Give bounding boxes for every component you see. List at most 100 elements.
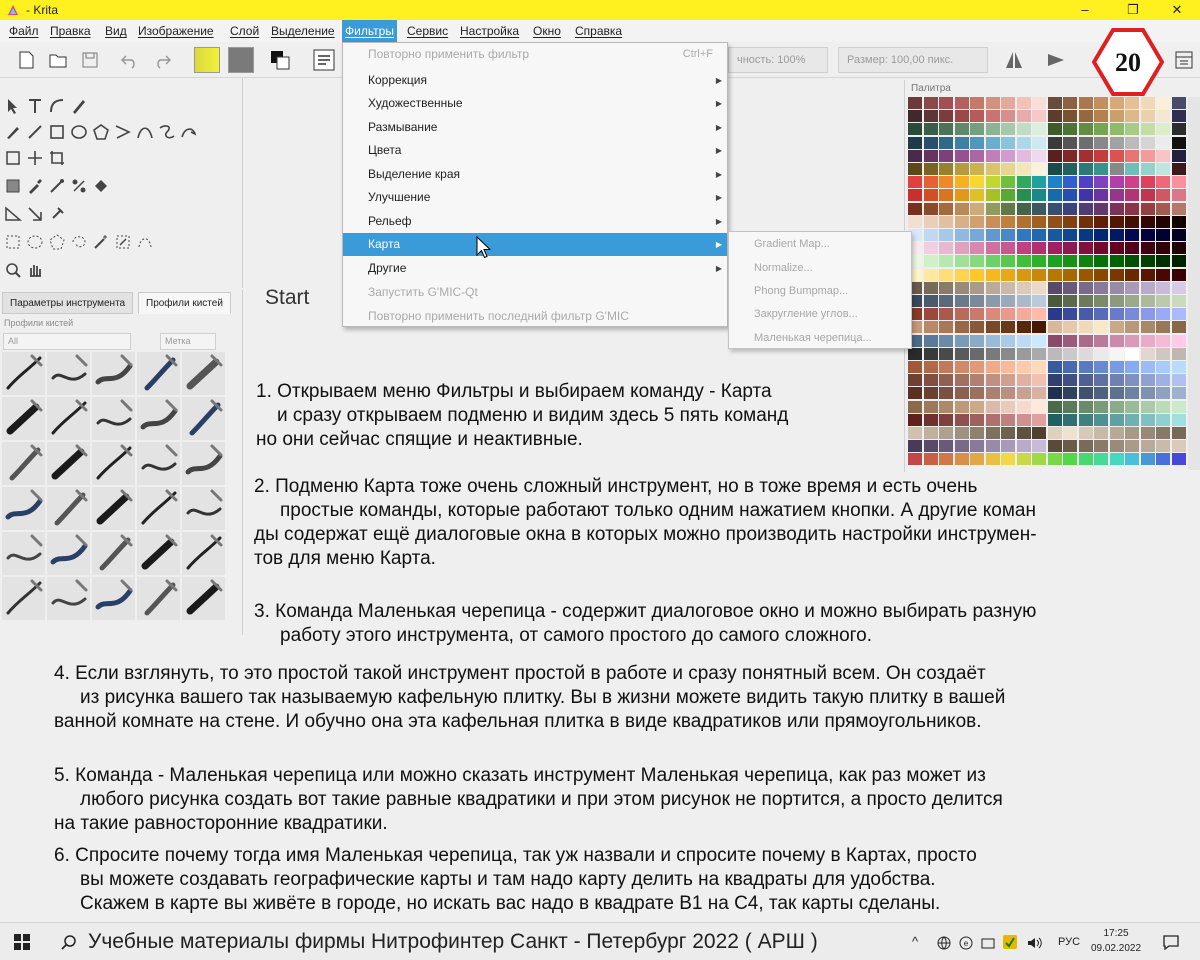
palette-swatch[interactable] [1156,215,1170,228]
palette-swatch[interactable] [923,440,938,453]
palette-swatch[interactable] [985,136,1000,149]
rect-select-icon[interactable] [3,232,23,252]
brush-preset-thumbnail[interactable] [92,352,135,395]
palette-swatch[interactable] [985,281,1000,294]
palette-swatch[interactable] [1032,97,1046,109]
palette-swatch[interactable] [1140,413,1155,426]
zoom-tool-icon[interactable] [3,260,23,280]
palette-swatch[interactable] [1047,97,1062,109]
palette-swatch[interactable] [954,110,969,123]
palette-swatch[interactable] [939,347,953,360]
palette-swatch[interactable] [1001,255,1015,268]
palette-swatch[interactable] [954,202,969,215]
magic-wand-icon[interactable] [91,232,111,252]
palette-swatch[interactable] [1125,202,1139,215]
line-tool-icon[interactable] [25,122,45,142]
palette-swatch[interactable] [970,427,984,439]
palette-swatch[interactable] [908,202,922,215]
brush-preset-thumbnail[interactable] [92,487,135,530]
palette-swatch[interactable] [1125,123,1139,136]
palette-swatch[interactable] [985,400,1000,413]
palette-swatch[interactable] [1156,361,1170,373]
palette-swatch[interactable] [1032,110,1046,123]
brush-preset-thumbnail[interactable] [47,577,90,620]
volume-icon[interactable] [1026,935,1044,951]
palette-swatch[interactable] [985,110,1000,123]
palette-swatch[interactable] [923,427,938,439]
brush-preset-thumbnail[interactable] [182,487,225,530]
palette-swatch[interactable] [1140,281,1155,294]
brush-preset-thumbnail[interactable] [2,487,45,530]
palette-swatch[interactable] [908,361,922,373]
palette-swatch[interactable] [954,295,969,307]
palette-swatch[interactable] [1125,255,1139,268]
taskbar-search-text[interactable]: Учебные материалы фирмы Нитрофинтер Санк… [88,923,818,960]
palette-swatch[interactable] [954,136,969,149]
palette-swatch[interactable] [1047,176,1062,189]
menu-edit[interactable]: Правка [47,20,94,42]
palette-swatch[interactable] [939,453,953,466]
menu-tools[interactable]: Сервис [404,20,451,42]
palette-swatch[interactable] [939,361,953,373]
palette-swatch[interactable] [1140,268,1155,281]
palette-swatch[interactable] [923,387,938,400]
palette-swatch[interactable] [970,149,984,162]
palette-swatch[interactable] [985,427,1000,439]
ellipse-tool-icon[interactable] [69,122,89,142]
palette-swatch[interactable] [1047,202,1062,215]
brush-preset-thumbnail[interactable] [137,532,180,575]
palette-swatch[interactable] [939,97,953,109]
palette-swatch[interactable] [1032,374,1046,387]
palette-swatch[interactable] [1156,229,1170,241]
brush-preset-thumbnail[interactable] [182,352,225,395]
palette-swatch[interactable] [1078,149,1093,162]
palette-swatch[interactable] [1140,427,1155,439]
menu-item-colors[interactable]: Цвета ▶ [343,139,727,162]
palette-swatch[interactable] [970,440,984,453]
palette-swatch[interactable] [1156,374,1170,387]
palette-swatch[interactable] [908,215,922,228]
brush-preset-thumbnail[interactable] [47,397,90,440]
palette-swatch[interactable] [1109,97,1124,109]
palette-swatch[interactable] [1063,453,1077,466]
palette-swatch[interactable] [1047,255,1062,268]
palette-swatch[interactable] [1109,427,1124,439]
menu-item-artistic[interactable]: Художественные ▶ [343,92,727,115]
palette-swatch[interactable] [923,308,938,321]
palette-swatch[interactable] [1171,321,1186,334]
palette-swatch[interactable] [1125,110,1139,123]
palette-swatch[interactable] [1063,321,1077,334]
palette-swatch[interactable] [1016,149,1031,162]
palette-swatch[interactable] [1140,242,1155,255]
palette-swatch[interactable] [1094,97,1108,109]
palette-swatch[interactable] [939,110,953,123]
submenu-item-phong-bumpmap[interactable]: Phong Bumpmap... [729,280,911,303]
palette-swatch[interactable] [1094,308,1108,321]
palette-swatch[interactable] [1171,163,1186,175]
palette-swatch[interactable] [1016,308,1031,321]
palette-swatch[interactable] [1156,413,1170,426]
palette-swatch[interactable] [939,334,953,347]
palette-swatch[interactable] [1094,163,1108,175]
pattern-swatch[interactable] [228,47,254,73]
palette-swatch[interactable] [1171,387,1186,400]
palette-swatch[interactable] [1094,123,1108,136]
palette-swatch[interactable] [1016,453,1031,466]
palette-swatch[interactable] [1001,163,1015,175]
palette-swatch[interactable] [1032,229,1046,241]
palette-swatch[interactable] [985,361,1000,373]
palette-swatch[interactable] [1094,321,1108,334]
palette-swatch[interactable] [1078,427,1093,439]
palette-swatch[interactable] [1001,387,1015,400]
menu-window[interactable]: Окно [530,20,564,42]
palette-swatch[interactable] [1047,229,1062,241]
palette-swatch[interactable] [923,453,938,466]
palette-swatch[interactable] [1156,189,1170,202]
palette-swatch[interactable] [954,321,969,334]
palette-swatch[interactable] [1063,255,1077,268]
undo-icon[interactable] [118,48,142,72]
menu-item-blur[interactable]: Размывание ▶ [343,116,727,139]
brush-preset-thumbnail[interactable] [92,577,135,620]
pin-tool-icon[interactable] [47,204,67,224]
palette-swatch[interactable] [1016,347,1031,360]
